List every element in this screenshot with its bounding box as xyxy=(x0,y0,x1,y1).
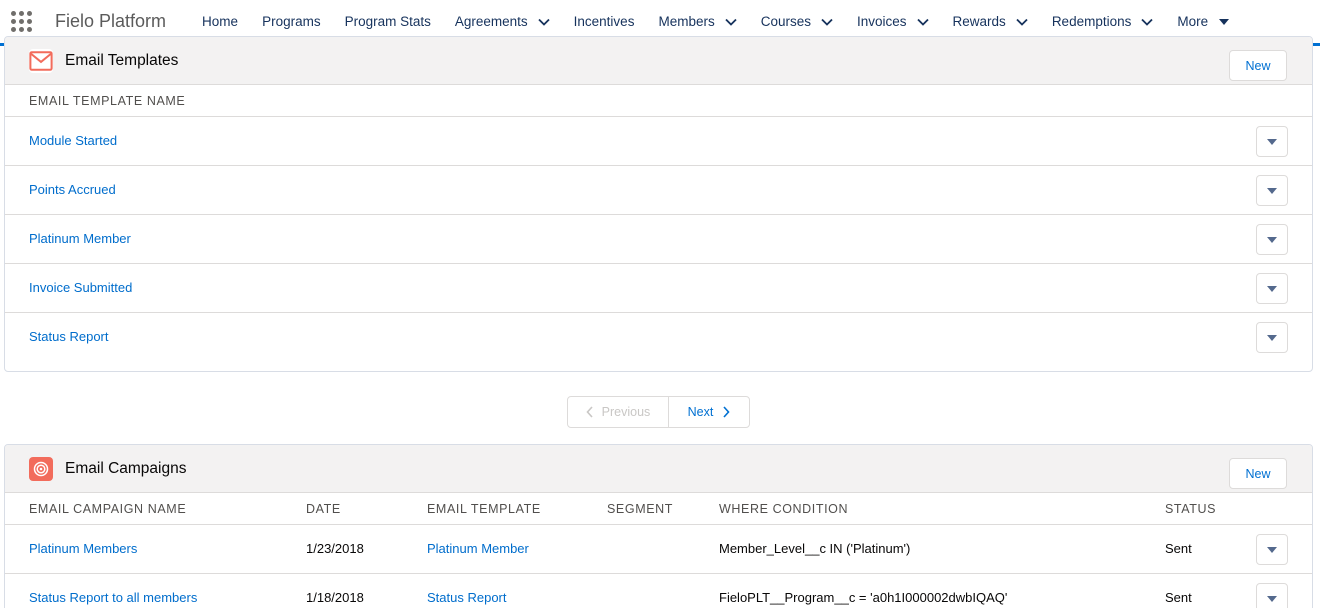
next-label: Next xyxy=(687,405,714,419)
chevron-left-icon xyxy=(586,406,593,418)
email-campaigns-list: Platinum Members 1/23/2018 Platinum Member… xyxy=(5,525,1312,608)
email-templates-card: Email Templates New EMAIL TEMPLATE NAME … xyxy=(4,36,1313,372)
previous-button[interactable]: Previous xyxy=(568,397,669,427)
chevron-down-icon xyxy=(1267,546,1277,553)
email-campaigns-title: Email Campaigns xyxy=(65,459,187,477)
nav-item-label: Agreements xyxy=(454,14,528,29)
chevron-down-icon xyxy=(1267,138,1277,145)
column-email-template-name: EMAIL TEMPLATE NAME xyxy=(29,94,186,108)
nav-item-label: Redemptions xyxy=(1051,14,1132,29)
row-actions-button[interactable] xyxy=(1256,273,1288,304)
row-actions-button[interactable] xyxy=(1256,224,1288,255)
campaign-template-link[interactable]: Status Report xyxy=(427,590,507,605)
campaign-status: Sent xyxy=(1165,541,1192,556)
chevron-down-icon xyxy=(1267,334,1277,341)
column-date: DATE xyxy=(306,502,341,516)
target-icon xyxy=(29,456,53,481)
nav-item-label: Home xyxy=(202,14,239,29)
email-campaign-link[interactable]: Status Report to all members xyxy=(29,590,197,605)
table-row: Invoice Submitted xyxy=(5,264,1312,313)
email-campaigns-column-header: EMAIL CAMPAIGN NAME DATE EMAIL TEMPLATE … xyxy=(5,493,1312,525)
new-email-template-button[interactable]: New xyxy=(1229,50,1287,81)
table-row: Status Report to all members 1/18/2018 Sta… xyxy=(5,574,1312,608)
previous-label: Previous xyxy=(601,405,651,419)
chevron-right-icon xyxy=(723,406,730,418)
email-icon xyxy=(29,48,53,73)
chevron-down-icon[interactable] xyxy=(1016,18,1028,26)
email-campaigns-header: Email Campaigns New xyxy=(5,445,1312,493)
email-campaigns-card: Email Campaigns New EMAIL CAMPAIGN NAME … xyxy=(4,444,1313,608)
email-templates-title: Email Templates xyxy=(65,51,179,69)
campaign-date: 1/18/2018 xyxy=(306,590,364,605)
campaign-date: 1/23/2018 xyxy=(306,541,364,556)
chevron-down-icon xyxy=(1267,187,1277,194)
table-row: Platinum Member xyxy=(5,215,1312,264)
next-button[interactable]: Next xyxy=(669,397,749,427)
email-template-link[interactable]: Status Report xyxy=(29,329,109,344)
campaign-where-condition: FieloPLT__Program__c = 'a0h1I000002dwbIQ… xyxy=(719,590,1008,605)
row-actions-button[interactable] xyxy=(1256,534,1288,565)
email-templates-list: Module Started Points Accrued Platinum Mem… xyxy=(5,117,1312,362)
nav-item-label: Members xyxy=(658,14,715,29)
email-campaign-link[interactable]: Platinum Members xyxy=(29,541,137,556)
new-email-campaign-button[interactable]: New xyxy=(1229,458,1287,489)
column-email-campaign-name: EMAIL CAMPAIGN NAME xyxy=(29,502,187,516)
pagination: Previous Next xyxy=(567,396,750,428)
chevron-down-icon xyxy=(1267,595,1277,602)
email-template-link[interactable]: Module Started xyxy=(29,133,117,148)
row-actions-button[interactable] xyxy=(1256,322,1288,353)
email-templates-column-header: EMAIL TEMPLATE NAME xyxy=(5,85,1312,117)
nav-item-label: Invoices xyxy=(857,14,907,29)
nav-item-label: Programs xyxy=(262,14,321,29)
email-template-link[interactable]: Points Accrued xyxy=(29,182,116,197)
nav-item-label: More xyxy=(1177,14,1209,29)
email-template-link[interactable]: Invoice Submitted xyxy=(29,280,132,295)
row-actions-button[interactable] xyxy=(1256,175,1288,206)
chevron-down-icon[interactable] xyxy=(916,18,929,26)
chevron-down-icon[interactable] xyxy=(725,18,737,26)
column-segment: SEGMENT xyxy=(607,502,674,516)
row-actions-button[interactable] xyxy=(1256,583,1288,608)
row-actions-button[interactable] xyxy=(1256,126,1288,157)
nav-item-label: Program Stats xyxy=(344,14,431,29)
nav-item-label: Rewards xyxy=(952,14,1006,29)
chevron-down-icon[interactable] xyxy=(1218,18,1230,26)
chevron-down-icon xyxy=(1267,285,1277,292)
table-row: Module Started xyxy=(5,117,1312,166)
nav-item-label: Courses xyxy=(760,14,811,29)
campaign-status: Sent xyxy=(1165,590,1192,605)
email-template-link[interactable]: Platinum Member xyxy=(29,231,131,246)
table-row: Status Report xyxy=(5,313,1312,362)
table-row: Platinum Members 1/23/2018 Platinum Member… xyxy=(5,525,1312,574)
column-status: STATUS xyxy=(1165,502,1217,516)
table-row: Points Accrued xyxy=(5,166,1312,215)
app-launcher-icon[interactable] xyxy=(11,10,33,33)
campaign-where-condition: Member_Level__c IN ('Platinum') xyxy=(719,541,911,556)
chevron-down-icon[interactable] xyxy=(1141,18,1153,26)
chevron-down-icon xyxy=(1267,236,1277,243)
campaign-template-link[interactable]: Platinum Member xyxy=(427,541,529,556)
column-where-condition: WHERE CONDITION xyxy=(719,502,849,516)
email-templates-header: Email Templates New xyxy=(5,37,1312,85)
nav-item-label: Incentives xyxy=(573,14,635,29)
chevron-down-icon[interactable] xyxy=(821,18,833,26)
app-name: Fielo Platform xyxy=(55,11,167,31)
chevron-down-icon[interactable] xyxy=(538,18,550,26)
column-email-template: EMAIL TEMPLATE xyxy=(427,502,541,516)
